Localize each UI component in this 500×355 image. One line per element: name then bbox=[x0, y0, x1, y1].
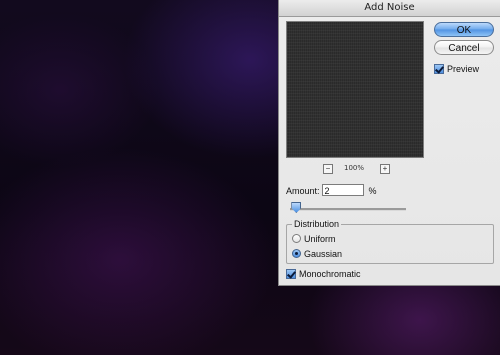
ok-button[interactable]: OK bbox=[434, 22, 494, 37]
amount-slider-thumb[interactable] bbox=[291, 202, 302, 213]
uniform-radio[interactable] bbox=[292, 234, 301, 244]
zoom-out-icon[interactable]: − bbox=[323, 164, 333, 174]
amount-row: Amount: 2% bbox=[286, 184, 377, 198]
amount-slider-track[interactable] bbox=[290, 208, 406, 211]
amount-label: Amount: bbox=[286, 186, 320, 196]
zoom-level: 100% bbox=[344, 164, 365, 172]
monochromatic-checkbox-row[interactable]: Monochromatic bbox=[286, 268, 361, 280]
preview-label: Preview bbox=[447, 64, 480, 74]
preview-window[interactable] bbox=[286, 21, 424, 158]
zoom-in-icon[interactable]: + bbox=[380, 164, 390, 174]
gaussian-label: Gaussian bbox=[304, 249, 343, 259]
uniform-label: Uniform bbox=[304, 234, 336, 244]
add-noise-dialog: Add Noise − 100% + OK Cancel Preview Amo… bbox=[278, 0, 500, 286]
gaussian-radio[interactable] bbox=[292, 249, 301, 259]
zoom-controls: − 100% + bbox=[286, 163, 424, 175]
preview-checkbox[interactable] bbox=[434, 63, 444, 74]
amount-input[interactable]: 2 bbox=[321, 184, 364, 196]
dialog-title: Add Noise bbox=[279, 0, 500, 17]
monochromatic-checkbox[interactable] bbox=[286, 268, 296, 279]
uniform-radio-row[interactable]: Uniform bbox=[292, 233, 336, 245]
distribution-label: Distribution bbox=[292, 219, 342, 229]
gaussian-radio-row[interactable]: Gaussian bbox=[292, 248, 342, 260]
preview-checkbox-row[interactable]: Preview bbox=[434, 63, 479, 75]
monochromatic-label: Monochromatic bbox=[299, 269, 361, 279]
cancel-button[interactable]: Cancel bbox=[434, 40, 494, 55]
amount-unit: % bbox=[368, 186, 377, 196]
